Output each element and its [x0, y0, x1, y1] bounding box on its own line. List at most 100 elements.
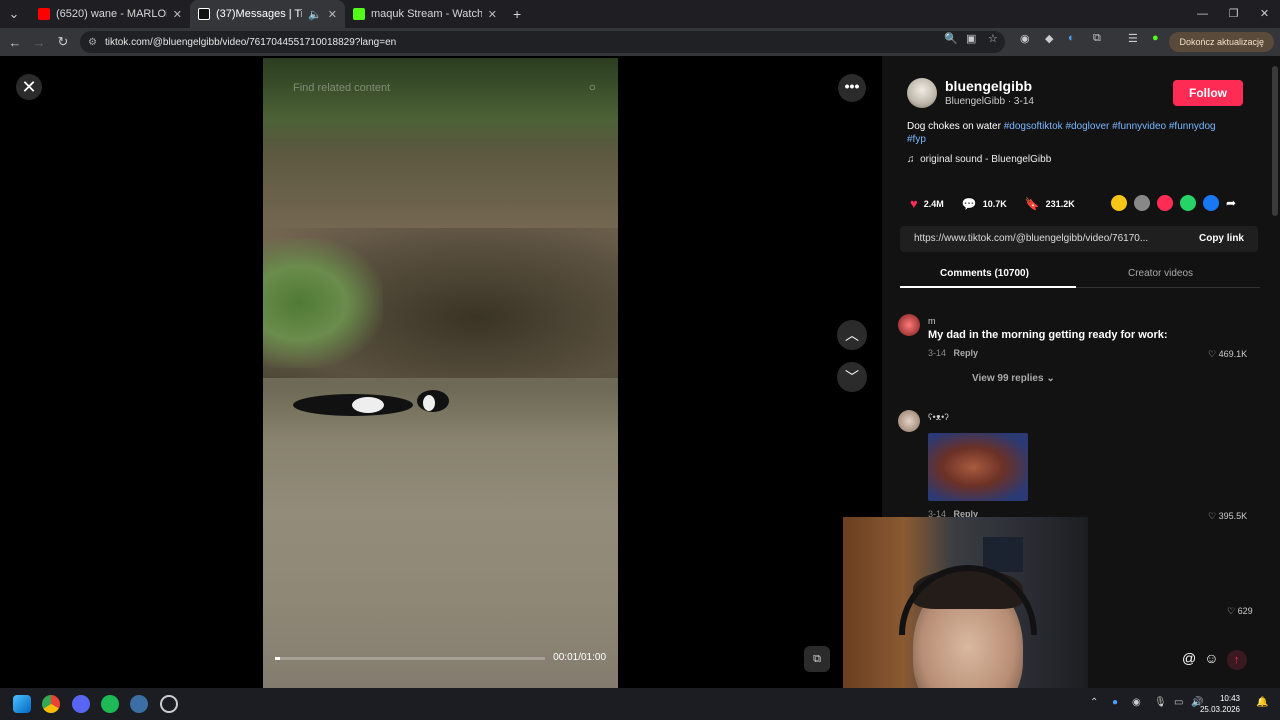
share-send-icon[interactable] [1157, 195, 1173, 211]
discord-icon[interactable] [72, 695, 90, 713]
emoji-icon[interactable]: ☺ [1204, 650, 1218, 670]
extension-icon[interactable]: ◐ [1068, 32, 1075, 44]
profile-avatar-icon[interactable]: ● [1152, 32, 1159, 44]
commenter-avatar[interactable] [898, 314, 920, 336]
hashtag[interactable]: #funnydog [1169, 121, 1216, 132]
engagement-stats: ♥ 2.4M 💬 10.7K 🔖 231.2K [910, 196, 1093, 211]
tab-close-icon[interactable]: ✕ [328, 8, 337, 21]
panel-scrollbar[interactable] [1272, 66, 1278, 216]
maximize-icon[interactable]: ❐ [1218, 0, 1249, 28]
facebook-icon[interactable] [1203, 195, 1219, 211]
comment-like[interactable]: ♡ 395.5K [1208, 511, 1247, 522]
cast-icon[interactable]: ▣ [966, 32, 976, 45]
share-link-text[interactable]: https://www.tiktok.com/@bluengelgibb/vid… [914, 233, 1148, 244]
like-stat[interactable]: ♥ 2.4M [910, 196, 944, 211]
video-search-hint[interactable]: Find related content [293, 82, 390, 94]
browser-tab-kick[interactable]: maquk Stream - Watch Live on ✕ [345, 0, 505, 28]
reading-list-icon[interactable]: ☰ [1128, 32, 1138, 45]
tab-creator-videos[interactable]: Creator videos [1128, 268, 1193, 279]
view-replies-button[interactable]: View 99 replies ⌄ [972, 373, 1055, 384]
tab-search-icon[interactable]: ⌄ [2, 6, 26, 22]
author-subline: BluengelGibb · 3-14 [945, 96, 1034, 107]
follow-button[interactable]: Follow [1173, 80, 1243, 106]
commenter-name[interactable]: ʕ•ᴥ•ʔ [928, 412, 949, 422]
more-options-icon[interactable]: ••• [838, 74, 866, 102]
embed-icon[interactable] [1134, 195, 1150, 211]
browser-tab-tiktok[interactable]: (37)Messages | TikTok 🔈 ✕ [190, 0, 345, 28]
comment-stat[interactable]: 💬 10.7K [962, 197, 1007, 211]
tray-chevron-icon[interactable]: ⌃ [1090, 697, 1098, 708]
zoom-icon[interactable]: 🔍 [944, 32, 958, 45]
tab-comments[interactable]: Comments (10700) [940, 268, 1029, 279]
tab-title: maquk Stream - Watch Live on [371, 8, 482, 20]
extension-icon[interactable]: ◆ [1045, 32, 1053, 45]
author-avatar[interactable] [907, 78, 937, 108]
copy-link-button[interactable]: Copy link [1199, 226, 1244, 252]
floating-player-icon[interactable]: ⧉ [804, 646, 830, 672]
app-icon[interactable] [130, 695, 148, 713]
bookmark-star-icon[interactable]: ☆ [988, 32, 998, 45]
reply-link[interactable]: Reply [954, 348, 979, 358]
video-frame-water [263, 378, 618, 688]
back-icon[interactable]: ← [3, 35, 27, 50]
close-icon[interactable]: ✕ [16, 74, 42, 100]
url-field[interactable]: ⚙ tiktok.com/@bluengelgibb/video/7617044… [80, 31, 1005, 53]
close-window-icon[interactable]: ✕ [1249, 0, 1280, 28]
share-more-icon[interactable]: ➦ [1226, 195, 1242, 211]
video-player[interactable]: Find related content ○ 00:01/01:00 [263, 58, 618, 688]
system-clock[interactable]: 10:43 25.03.2026 [1200, 693, 1240, 715]
commenter-name[interactable]: m [928, 316, 936, 326]
microphone-icon[interactable]: 🎙 [1154, 697, 1167, 708]
send-comment-button[interactable]: ↑ [1226, 650, 1247, 670]
hashtag[interactable]: #doglover [1065, 121, 1109, 132]
hashtag[interactable]: #funnyvideo [1112, 121, 1166, 132]
commenter-avatar[interactable] [898, 410, 920, 432]
video-search-icon[interactable]: ○ [589, 80, 596, 94]
heart-icon: ♥ [910, 196, 918, 211]
forward-icon[interactable]: → [27, 35, 51, 50]
app-icon[interactable] [160, 695, 178, 713]
hashtag[interactable]: #fyp [907, 134, 926, 145]
minimize-icon[interactable]: — [1187, 0, 1218, 28]
comment-count: 10.7K [982, 198, 1007, 209]
reload-icon[interactable]: ↻ [51, 34, 75, 50]
comment-gif-image[interactable] [928, 433, 1028, 501]
tab-audio-icon[interactable]: 🔈 [308, 8, 322, 21]
windows-taskbar: ⌃ ● ◉ 🎙 ▭ 🔊 10:43 25.03.2026 🔔 [0, 688, 1280, 720]
mention-icon[interactable]: @ [1182, 650, 1196, 670]
tab-close-icon[interactable]: ✕ [173, 8, 182, 21]
comment-like-count: 395.5K [1218, 511, 1248, 521]
tab-close-icon[interactable]: ✕ [488, 8, 497, 21]
extension-icon[interactable]: ◉ [1020, 32, 1030, 45]
spotify-icon[interactable] [101, 695, 119, 713]
previous-video-icon[interactable]: ︿ [837, 320, 867, 350]
windows-start-icon[interactable] [13, 695, 31, 713]
hashtag[interactable]: #dogsoftiktok [1004, 121, 1063, 132]
author-username[interactable]: bluengelgibb [945, 78, 1032, 94]
save-stat[interactable]: 🔖 231.2K [1025, 197, 1075, 211]
clock-date: 25.03.2026 [1199, 705, 1240, 714]
kick-favicon-icon [353, 8, 365, 20]
tray-discord-icon[interactable]: ◉ [1132, 697, 1141, 708]
network-icon[interactable]: ▭ [1174, 697, 1183, 708]
streamer-headset [899, 565, 1037, 635]
comment-item: ʕ•ᴥ•ʔ 3-14 Reply ♡ 395.5K [898, 410, 1268, 522]
comment-date: 3-14 [928, 348, 947, 358]
update-button[interactable]: Dokończ aktualizację [1169, 32, 1274, 52]
whatsapp-icon[interactable] [1180, 195, 1196, 211]
extensions-puzzle-icon[interactable]: ⧉ [1093, 32, 1101, 45]
video-progress-bar[interactable] [275, 657, 545, 660]
tray-app-icon[interactable]: ● [1112, 697, 1118, 708]
notifications-icon[interactable]: 🔔 [1256, 697, 1268, 708]
browser-tab-bar: ⌄ (6520) wane - MARLON BR... ✕ (37)Messa… [0, 0, 1280, 28]
comment-input-actions: @ ☺ ↑ [1182, 650, 1247, 670]
music-row[interactable]: ♫ original sound - BluengelGibb [907, 154, 1051, 165]
site-info-icon[interactable]: ⚙ [88, 37, 97, 48]
comment-like[interactable]: ♡ 469.1K [1208, 349, 1247, 360]
next-video-icon[interactable]: ﹀ [837, 362, 867, 392]
comment-like[interactable]: ♡ 629 [1227, 606, 1253, 617]
share-friends-icon[interactable] [1111, 195, 1127, 211]
new-tab-button[interactable]: + [505, 0, 529, 28]
chrome-icon[interactable] [42, 695, 60, 713]
browser-tab-youtube[interactable]: (6520) wane - MARLON BR... ✕ [30, 0, 190, 28]
